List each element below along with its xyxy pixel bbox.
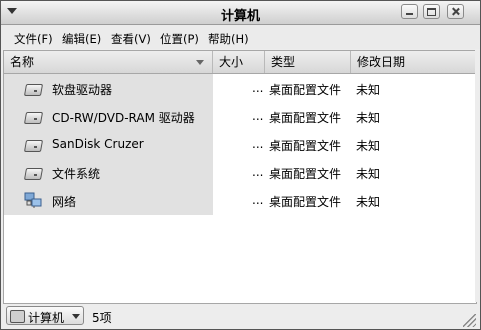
menu-file[interactable]: 文件(F) [14,31,53,47]
usb-drive-icon [23,136,44,152]
chevron-down-icon [72,314,80,319]
title-bar[interactable]: 计算机 [1,1,480,25]
floppy-drive-icon [23,80,44,96]
row-size: ... [252,165,264,179]
minimize-button[interactable] [401,4,418,19]
table-row[interactable]: CD-RW/DVD-RAM 驱动器 ... 桌面配置文件 未知 [4,102,476,130]
optical-drive-icon [23,108,44,124]
row-type: 桌面配置文件 [269,167,342,181]
row-date: 未知 [356,139,381,153]
row-name: 文件系统 [52,167,101,181]
row-type: 桌面配置文件 [269,195,342,209]
row-name: CD-RW/DVD-RAM 驱动器 [52,111,195,125]
filesystem-drive-icon [23,164,44,180]
resize-grip[interactable] [463,314,476,327]
row-size: ... [252,193,264,207]
location-label: 计算机 [28,311,65,325]
row-name: SanDisk Cruzer [52,137,144,151]
row-date: 未知 [356,111,381,125]
menu-view[interactable]: 查看(V) [111,31,151,47]
file-list[interactable]: 名称 大小 类型 修改日期 软盘驱动器 ... 桌面配置文件 未知 CD-RW/… [3,50,477,304]
row-size: ... [252,81,264,95]
item-count: 5项 [92,311,112,325]
table-row[interactable]: SanDisk Cruzer ... 桌面配置文件 未知 [4,130,476,158]
column-header-name-label: 名称 [10,55,35,69]
file-manager-window: 计算机 文件(F) 编辑(E) 查看(V) 位置(P) 帮助(H) 名称 大小 … [0,0,481,330]
column-header-type-label: 类型 [271,55,296,69]
row-date: 未知 [356,195,381,209]
row-size: ... [252,109,264,123]
column-header-size-label: 大小 [219,55,244,69]
table-row[interactable]: 网络 ... 桌面配置文件 未知 [4,186,476,214]
column-header-bar: 名称 大小 类型 修改日期 [4,51,476,74]
column-header-date-label: 修改日期 [357,55,406,69]
row-type: 桌面配置文件 [269,83,342,97]
close-button[interactable] [447,4,464,19]
row-name: 网络 [52,195,77,209]
row-type: 桌面配置文件 [269,111,342,125]
maximize-button[interactable] [423,4,440,19]
computer-icon [10,310,25,323]
column-header-date[interactable]: 修改日期 [351,51,476,73]
row-date: 未知 [356,83,381,97]
menu-help[interactable]: 帮助(H) [208,31,249,47]
row-type: 桌面配置文件 [269,139,342,153]
status-bar: 计算机 5项 [1,304,480,329]
vertical-scrollbar[interactable] [475,50,479,302]
row-name: 软盘驱动器 [52,83,113,97]
row-date: 未知 [356,167,381,181]
table-row[interactable]: 软盘驱动器 ... 桌面配置文件 未知 [4,74,476,102]
location-combo[interactable]: 计算机 [6,306,84,325]
menu-edit[interactable]: 编辑(E) [62,31,101,47]
column-header-size[interactable]: 大小 [213,51,265,73]
table-row[interactable]: 文件系统 ... 桌面配置文件 未知 [4,158,476,186]
column-header-name[interactable]: 名称 [4,51,213,73]
menu-location[interactable]: 位置(P) [160,31,199,47]
sort-down-icon [196,60,204,65]
network-icon [24,192,42,208]
row-size: ... [252,137,264,151]
menu-bar: 文件(F) 编辑(E) 查看(V) 位置(P) 帮助(H) [1,25,480,49]
column-header-type[interactable]: 类型 [265,51,351,73]
